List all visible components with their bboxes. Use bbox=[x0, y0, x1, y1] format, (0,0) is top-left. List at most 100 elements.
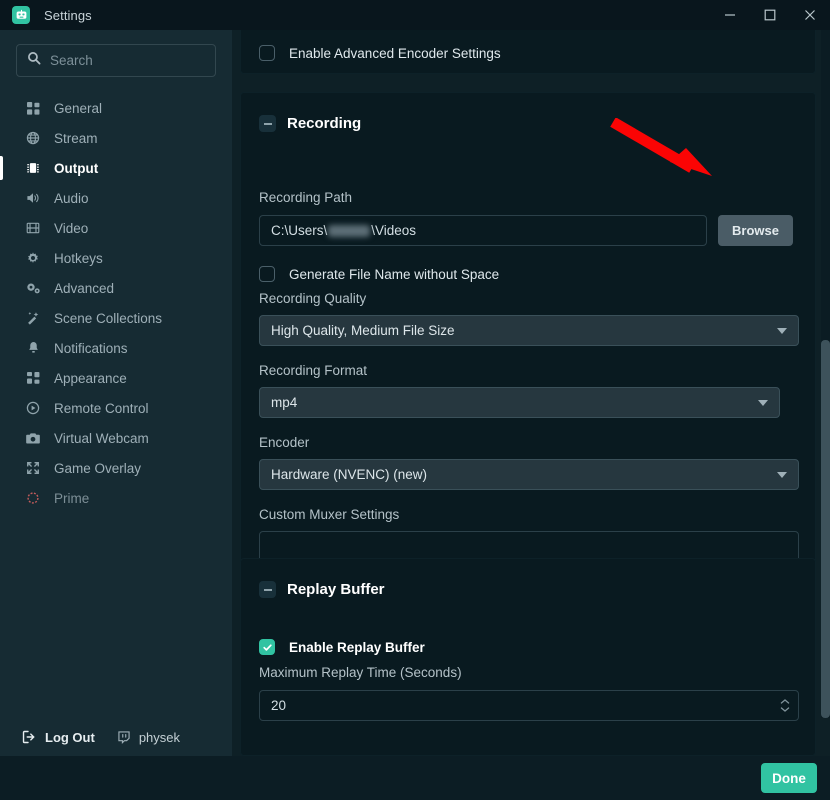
recording-format-value: mp4 bbox=[271, 395, 298, 410]
bell-icon bbox=[24, 341, 42, 355]
sidebar-item-label: Audio bbox=[54, 190, 89, 206]
advanced-encoder-label: Enable Advanced Encoder Settings bbox=[289, 45, 501, 61]
sidebar-item-label: General bbox=[54, 100, 103, 116]
title-bar: Settings bbox=[0, 0, 830, 30]
gear-icon bbox=[24, 251, 42, 265]
recording-section-header[interactable]: Recording bbox=[241, 93, 815, 132]
sidebar-item-appearance[interactable]: Appearance bbox=[0, 363, 232, 393]
streamlabs-logo-icon bbox=[12, 6, 30, 24]
sidebar-item-hotkeys[interactable]: Hotkeys bbox=[0, 243, 232, 273]
logout-label: Log Out bbox=[45, 729, 95, 745]
globe-icon bbox=[24, 131, 42, 145]
twitch-icon bbox=[117, 730, 131, 744]
recording-quality-select[interactable]: High Quality, Medium File Size bbox=[259, 315, 799, 346]
browse-button[interactable]: Browse bbox=[718, 215, 793, 246]
max-replay-time-value: 20 bbox=[271, 698, 287, 713]
sidebar-item-stream[interactable]: Stream bbox=[0, 123, 232, 153]
checkbox-checked-icon[interactable] bbox=[259, 639, 275, 655]
recording-path-prefix: C:\Users\ bbox=[271, 223, 328, 238]
expand-icon bbox=[24, 461, 42, 475]
replay-buffer-section-header[interactable]: Replay Buffer bbox=[241, 559, 815, 598]
recording-quality-value: High Quality, Medium File Size bbox=[271, 323, 455, 338]
user-name: physek bbox=[138, 729, 181, 745]
checkbox-unchecked-icon[interactable] bbox=[259, 266, 275, 282]
window-title: Settings bbox=[44, 7, 92, 23]
generate-filename-label: Generate File Name without Space bbox=[289, 266, 500, 282]
replay-buffer-section-title: Replay Buffer bbox=[287, 581, 385, 598]
sidebar-item-output[interactable]: Output bbox=[0, 153, 232, 183]
content-scrollbar-track[interactable] bbox=[821, 30, 830, 718]
done-button[interactable]: Done bbox=[761, 763, 817, 793]
sidebar-item-label: Game Overlay bbox=[54, 460, 142, 476]
sidebar-item-label: Stream bbox=[54, 130, 98, 146]
sidebar-item-label: Advanced bbox=[54, 280, 115, 296]
recording-format-select[interactable]: mp4 bbox=[259, 387, 780, 418]
search-input[interactable] bbox=[50, 53, 205, 68]
chevron-down-icon[interactable] bbox=[777, 471, 787, 478]
logout-icon bbox=[22, 730, 37, 744]
sidebar-item-label: Remote Control bbox=[54, 400, 149, 416]
grid-icon bbox=[24, 101, 42, 115]
recording-path-suffix: \Videos bbox=[371, 223, 417, 238]
gears-icon bbox=[24, 281, 42, 295]
minimize-icon[interactable] bbox=[710, 0, 750, 30]
chevron-down-icon[interactable] bbox=[777, 327, 787, 334]
camera-icon bbox=[24, 432, 42, 445]
recording-card: Recording Recording Path C:\Users\ \Video… bbox=[240, 92, 816, 570]
sidebar-item-virtual-webcam[interactable]: Virtual Webcam bbox=[0, 423, 232, 453]
sidebar-item-label: Scene Collections bbox=[54, 310, 163, 326]
close-icon[interactable] bbox=[790, 0, 830, 30]
sidebar: General Stream Output bbox=[0, 30, 232, 718]
wand-icon bbox=[24, 311, 42, 325]
replay-buffer-card: Replay Buffer Enable Replay Buffer Maxim… bbox=[240, 558, 816, 756]
max-replay-time-input[interactable]: 20 bbox=[259, 690, 799, 721]
sidebar-item-label: Output bbox=[54, 160, 99, 176]
encoder-select[interactable]: Hardware (NVENC) (new) bbox=[259, 459, 799, 490]
sidebar-item-game-overlay[interactable]: Game Overlay bbox=[0, 453, 232, 483]
settings-window: Settings Search General Stream Output Au… bbox=[0, 0, 830, 800]
footer-bar: Done bbox=[0, 756, 830, 800]
search-box[interactable] bbox=[16, 44, 216, 77]
redacted-username bbox=[328, 224, 371, 237]
recording-quality-label: Recording Quality bbox=[259, 291, 367, 306]
sidebar-item-notifications[interactable]: Notifications bbox=[0, 333, 232, 363]
logout-button[interactable]: Log Out bbox=[22, 730, 95, 745]
sidebar-item-label: Appearance bbox=[54, 370, 127, 386]
sidebar-item-prime[interactable]: Prime bbox=[0, 483, 232, 513]
sidebar-item-label: Virtual Webcam bbox=[54, 430, 149, 446]
maximize-icon[interactable] bbox=[750, 0, 790, 30]
recording-path-input[interactable]: C:\Users\ \Videos bbox=[259, 215, 707, 246]
sidebar-item-audio[interactable]: Audio bbox=[0, 183, 232, 213]
collapse-minus-icon[interactable] bbox=[259, 115, 276, 132]
sidebar-item-video[interactable]: Video bbox=[0, 213, 232, 243]
play-circle-icon bbox=[24, 401, 42, 415]
sidebar-item-label: Prime bbox=[54, 490, 90, 506]
sidebar-item-label: Hotkeys bbox=[54, 250, 103, 266]
max-replay-time-label: Maximum Replay Time (Seconds) bbox=[259, 665, 462, 680]
chip-icon bbox=[24, 161, 42, 175]
enable-replay-buffer-checkbox-row[interactable]: Enable Replay Buffer bbox=[241, 639, 425, 655]
encoder-value: Hardware (NVENC) (new) bbox=[271, 467, 428, 482]
window-controls bbox=[710, 0, 830, 30]
stepper-arrows-icon[interactable] bbox=[780, 699, 790, 712]
sidebar-item-remote-control[interactable]: Remote Control bbox=[0, 393, 232, 423]
advanced-encoder-checkbox-row[interactable]: Enable Advanced Encoder Settings bbox=[241, 45, 501, 61]
sidebar-item-general[interactable]: General bbox=[0, 93, 232, 123]
search-icon bbox=[27, 51, 41, 70]
advanced-encoder-card: Enable Advanced Encoder Settings bbox=[240, 30, 816, 74]
recording-section-title: Recording bbox=[287, 115, 362, 132]
sidebar-item-advanced[interactable]: Advanced bbox=[0, 273, 232, 303]
chevron-down-icon[interactable] bbox=[758, 399, 768, 406]
user-account[interactable]: physek bbox=[117, 730, 180, 745]
layout-icon bbox=[24, 371, 42, 385]
sidebar-item-label: Notifications bbox=[54, 340, 128, 356]
checkbox-unchecked-icon[interactable] bbox=[259, 45, 275, 61]
recording-format-label: Recording Format bbox=[259, 363, 368, 378]
generate-filename-checkbox-row[interactable]: Generate File Name without Space bbox=[241, 266, 499, 282]
sidebar-item-scene-collections[interactable]: Scene Collections bbox=[0, 303, 232, 333]
sidebar-item-label: Video bbox=[54, 220, 89, 236]
enable-replay-buffer-label: Enable Replay Buffer bbox=[289, 639, 425, 655]
content-scrollbar-thumb[interactable] bbox=[821, 340, 830, 718]
speaker-icon bbox=[24, 191, 42, 205]
collapse-minus-icon[interactable] bbox=[259, 581, 276, 598]
